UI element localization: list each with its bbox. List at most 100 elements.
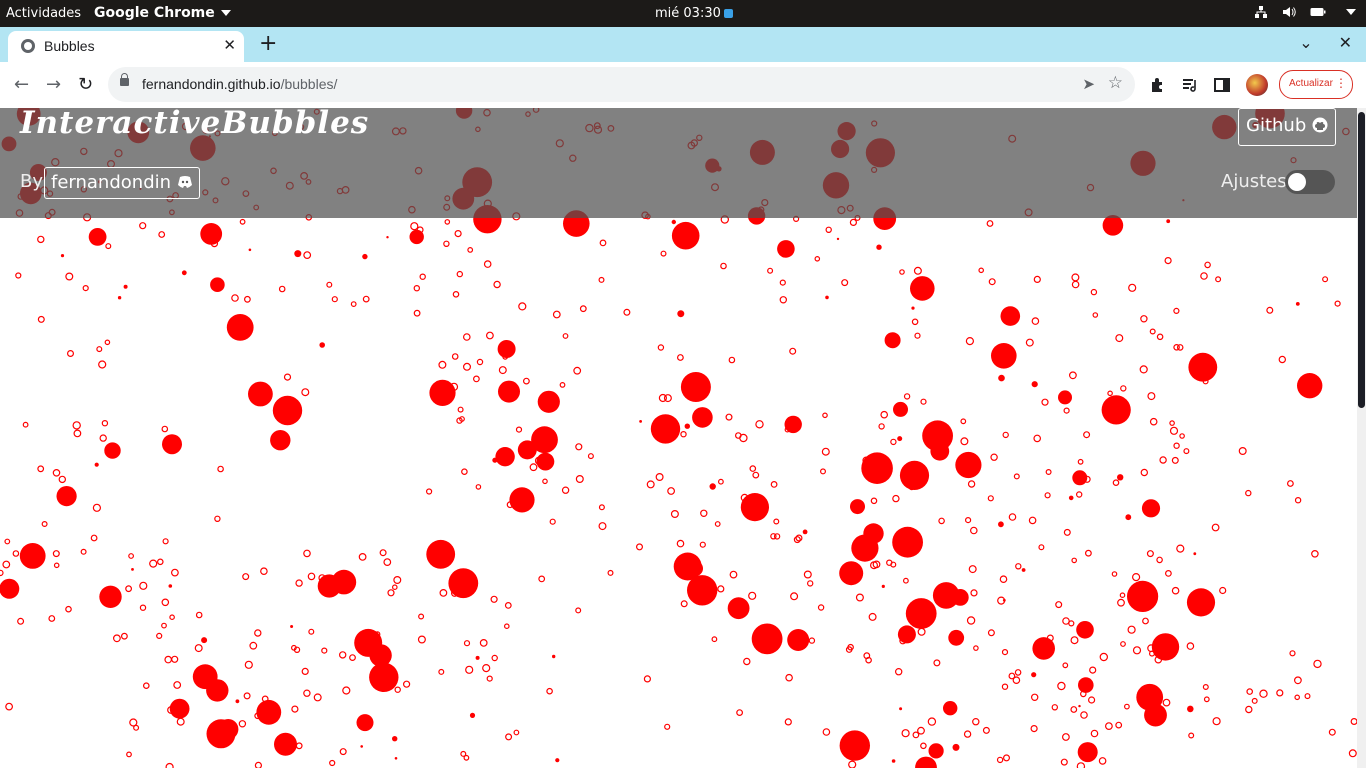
bubble[interactable] — [893, 401, 908, 417]
bubble[interactable] — [176, 717, 185, 726]
bubble[interactable] — [1089, 666, 1097, 674]
bubble[interactable] — [143, 682, 150, 690]
bubble[interactable] — [1176, 344, 1184, 351]
bubble[interactable] — [839, 730, 870, 761]
bubble[interactable] — [969, 526, 978, 535]
bubble[interactable] — [884, 332, 901, 349]
bubble[interactable] — [169, 614, 175, 621]
bubble[interactable] — [452, 291, 460, 298]
bubble[interactable] — [1117, 598, 1125, 607]
bubble[interactable] — [646, 480, 655, 489]
forward-icon[interactable]: → — [46, 74, 61, 95]
tab-search-chevron-icon[interactable]: ⌄ — [1299, 33, 1312, 52]
bubble[interactable] — [899, 269, 905, 275]
bubble[interactable] — [0, 578, 20, 599]
bubble[interactable] — [129, 718, 138, 727]
bubble[interactable] — [1008, 513, 1017, 521]
bubble[interactable] — [156, 632, 163, 640]
bubble[interactable] — [157, 558, 164, 566]
bubble[interactable] — [248, 248, 252, 252]
bubble[interactable] — [41, 521, 48, 528]
bubble[interactable] — [454, 229, 462, 238]
bubble[interactable] — [1021, 568, 1026, 572]
bubble[interactable] — [210, 277, 225, 292]
bubble[interactable] — [392, 736, 398, 742]
bubble[interactable] — [892, 526, 923, 558]
bubble[interactable] — [1156, 333, 1164, 341]
bubble[interactable] — [1063, 407, 1070, 414]
bubble[interactable] — [536, 452, 555, 471]
bubble[interactable] — [1031, 381, 1038, 388]
bubble[interactable] — [462, 333, 471, 341]
bubble[interactable] — [509, 487, 535, 513]
bubble[interactable] — [927, 717, 937, 726]
bubble[interactable] — [112, 634, 121, 643]
bubble[interactable] — [342, 686, 351, 695]
bubble[interactable] — [555, 758, 560, 763]
tab-bubbles[interactable]: Bubbles ✕ — [8, 31, 244, 62]
bubble[interactable] — [1295, 302, 1300, 306]
bubble[interactable] — [96, 346, 103, 353]
bubble[interactable] — [790, 592, 799, 601]
bubble[interactable] — [658, 393, 668, 403]
bubble[interactable] — [599, 239, 607, 247]
bubble[interactable] — [1294, 497, 1302, 504]
bubble[interactable] — [573, 366, 582, 375]
bubble[interactable] — [1186, 588, 1216, 617]
bubble[interactable] — [82, 285, 89, 292]
back-icon[interactable]: ← — [14, 74, 29, 95]
bubble[interactable] — [789, 347, 797, 355]
bubble[interactable] — [546, 687, 553, 695]
bubble[interactable] — [161, 598, 170, 607]
bubble[interactable] — [822, 412, 828, 419]
bubble[interactable] — [920, 398, 927, 405]
bubble[interactable] — [394, 686, 401, 693]
bubble[interactable] — [1334, 300, 1341, 307]
bubble[interactable] — [479, 639, 488, 647]
bubble[interactable] — [1063, 528, 1071, 536]
bubble[interactable] — [168, 584, 173, 588]
app-menu[interactable]: Google Chrome — [94, 5, 231, 21]
bubble[interactable] — [667, 487, 675, 495]
bubble[interactable] — [1061, 733, 1070, 741]
bubble[interactable] — [149, 559, 158, 568]
close-window-icon[interactable]: ✕ — [1339, 33, 1352, 52]
bubble[interactable] — [1238, 447, 1247, 456]
bubble[interactable] — [973, 645, 979, 651]
bubble[interactable] — [1070, 636, 1079, 645]
bubble[interactable] — [1149, 328, 1156, 335]
bubble[interactable] — [660, 250, 667, 257]
bubble[interactable] — [1030, 724, 1038, 733]
bubble[interactable] — [1120, 385, 1127, 392]
bubble[interactable] — [52, 468, 61, 477]
bubble[interactable] — [358, 553, 367, 561]
profile-avatar[interactable] — [1246, 74, 1268, 96]
bubble[interactable] — [1136, 683, 1164, 711]
bubble[interactable] — [1075, 491, 1083, 498]
bubble[interactable] — [164, 655, 173, 664]
bubble[interactable] — [1058, 390, 1072, 405]
bubble[interactable] — [657, 344, 665, 351]
bubble[interactable] — [456, 270, 463, 278]
bubble[interactable] — [1071, 280, 1080, 289]
bubble[interactable] — [932, 582, 960, 609]
bubble[interactable] — [394, 757, 398, 760]
system-tray[interactable] — [1254, 5, 1356, 19]
bubble[interactable] — [426, 539, 456, 569]
bubble[interactable] — [417, 635, 426, 644]
bubble[interactable] — [964, 517, 972, 524]
bubble[interactable] — [206, 679, 229, 702]
bubble[interactable] — [321, 647, 328, 654]
bubble[interactable] — [767, 267, 774, 274]
bubble[interactable] — [677, 354, 684, 361]
bubble[interactable] — [419, 273, 426, 280]
bubble[interactable] — [490, 595, 498, 603]
bubble[interactable] — [821, 447, 830, 456]
bubble[interactable] — [1001, 648, 1009, 656]
send-icon[interactable]: ➤ — [1082, 75, 1095, 93]
bubble[interactable] — [517, 440, 537, 460]
bubble[interactable] — [126, 751, 132, 758]
bubble[interactable] — [881, 584, 885, 588]
bubble[interactable] — [1276, 689, 1284, 697]
bubble[interactable] — [1062, 662, 1069, 669]
